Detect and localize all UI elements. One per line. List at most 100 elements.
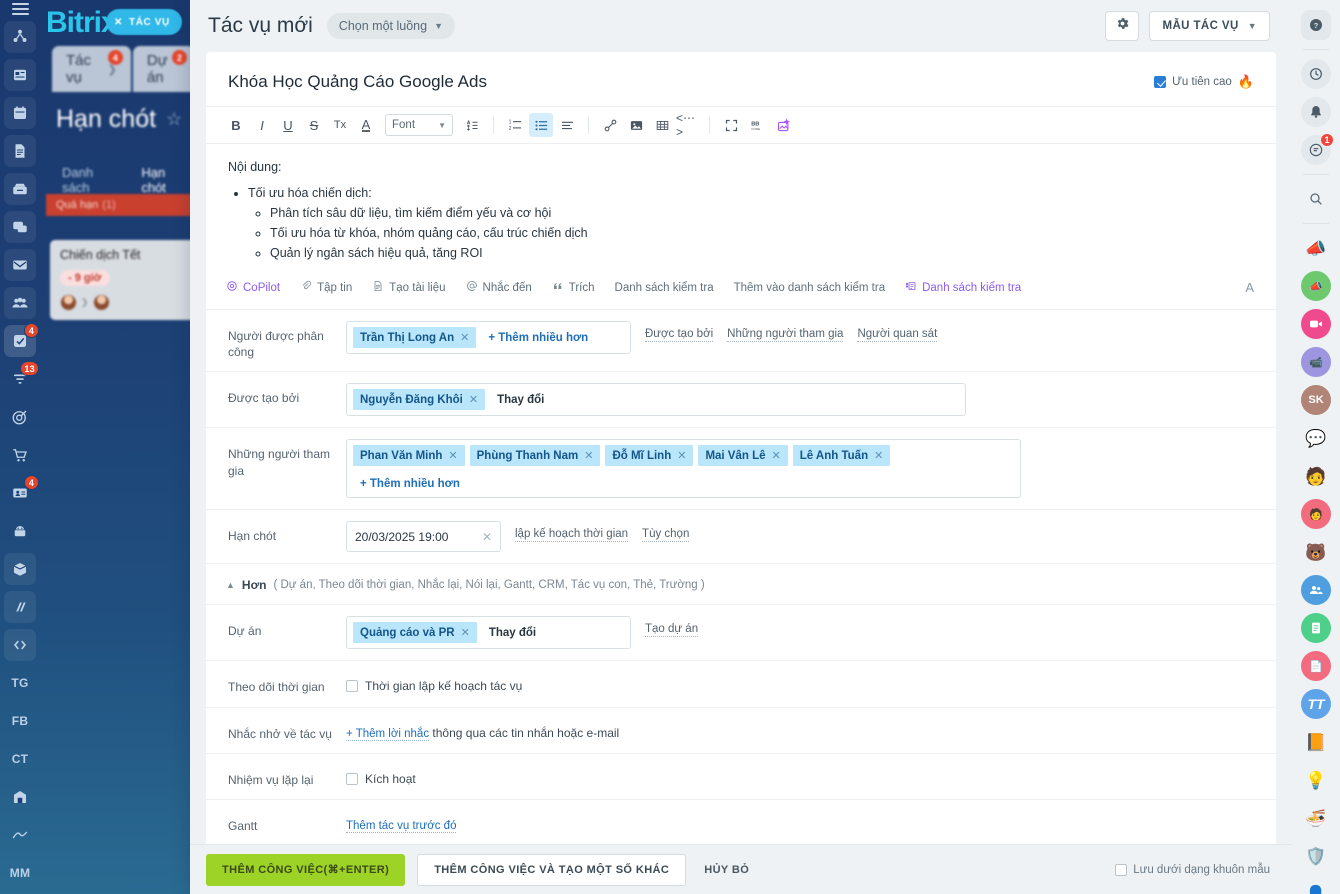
sitemap-icon[interactable]	[4, 21, 36, 53]
bbcode-icon[interactable]: BBCODE	[745, 113, 769, 137]
save-as-template-row[interactable]: Lưu dưới dạng khuôn mẫu	[1115, 864, 1270, 876]
link-participants[interactable]: Những người tham gia	[727, 328, 843, 342]
creator-chipbox[interactable]: Nguyễn Đăng Khôi ✕ Thay đổi	[346, 383, 966, 416]
link-icon[interactable]	[598, 113, 622, 137]
remove-icon[interactable]: ✕	[448, 449, 457, 462]
clear-icon[interactable]: ✕	[482, 530, 492, 544]
avatar-person[interactable]: 🧑	[1301, 461, 1331, 491]
project-change[interactable]: Thay đổi	[482, 623, 543, 643]
filter-icon[interactable]: 13	[4, 363, 36, 395]
slashes-icon[interactable]	[4, 591, 36, 623]
project-create[interactable]: Tạo dự án	[645, 623, 698, 637]
copilot-button[interactable]: CoPilot	[226, 280, 280, 295]
creator-change[interactable]: Thay đổi	[490, 390, 551, 410]
assignee-chipbox[interactable]: Trần Thị Long An ✕ + Thêm nhiều hơn	[346, 321, 631, 354]
avatar-tt[interactable]: 🧑	[1301, 499, 1331, 529]
book-icon[interactable]: 📙	[1301, 727, 1331, 757]
contact-card-icon[interactable]: 4	[4, 477, 36, 509]
tasks-icon[interactable]: 4	[4, 325, 36, 357]
drive-icon[interactable]	[4, 173, 36, 205]
crm-target-icon[interactable]	[4, 401, 36, 433]
note-icon[interactable]	[1301, 613, 1331, 643]
task-title-input[interactable]: Khóa Học Quảng Cáo Google Ads	[228, 72, 1154, 92]
food-icon[interactable]: 🍜	[1301, 803, 1331, 833]
participants-add-more[interactable]: + Thêm nhiều hơn	[353, 476, 467, 492]
mm-icon[interactable]: MM	[4, 857, 36, 889]
mention-button[interactable]: Nhắc đến	[466, 280, 532, 295]
remove-icon[interactable]: ✕	[677, 449, 686, 462]
assignee-chip[interactable]: Trần Thị Long An ✕	[353, 327, 476, 348]
contacts-icon[interactable]	[1301, 575, 1331, 605]
clear-format-icon[interactable]: Tx	[328, 113, 352, 137]
time-tracking-checkbox[interactable]	[346, 680, 358, 692]
flow-selector[interactable]: Chọn một luồng ▼	[327, 13, 455, 39]
search-icon[interactable]	[1301, 184, 1331, 214]
shop-cart-icon[interactable]	[4, 439, 36, 471]
avatar-vt[interactable]: 📣	[1301, 271, 1331, 301]
remove-icon[interactable]: ✕	[772, 449, 781, 462]
avatar-ht[interactable]: SK	[1301, 385, 1331, 415]
signature-icon[interactable]	[4, 819, 36, 851]
info-icon[interactable]: TT	[1301, 689, 1331, 719]
participant-chip[interactable]: Lê Anh Tuấn ✕	[793, 445, 891, 466]
ordered-list-icon[interactable]: 12	[503, 113, 527, 137]
text-color-icon[interactable]: A	[354, 113, 378, 137]
align-icon[interactable]	[555, 113, 579, 137]
checklist-button[interactable]: Danh sách kiểm tra	[615, 282, 714, 294]
project-chip[interactable]: Quảng cáo và PR ✕	[353, 622, 477, 643]
add-task-button[interactable]: THÊM CÔNG VIỆC(⌘+ENTER)	[206, 854, 405, 886]
ct-icon[interactable]: CT	[4, 743, 36, 775]
remove-icon[interactable]: ✕	[584, 449, 593, 462]
link-plan-time[interactable]: lập kế hoạch thời gian	[515, 528, 628, 542]
participants-chipbox[interactable]: Phan Văn Minh ✕ Phùng Thanh Nam ✕ Đỗ Mĩ …	[346, 439, 1021, 498]
reminder-add-link[interactable]: + Thêm lời nhắc	[346, 728, 429, 741]
ai-image-icon[interactable]	[771, 113, 795, 137]
menu-burger-icon[interactable]	[0, 8, 40, 10]
group-icon[interactable]	[4, 287, 36, 319]
task-card[interactable]: Chiến dịch Tết - 9 giờ ❯	[50, 240, 195, 320]
feed-icon[interactable]	[4, 59, 36, 91]
bear-icon[interactable]: 🐻	[1301, 537, 1331, 567]
underline-icon[interactable]: U	[276, 113, 300, 137]
link-observers[interactable]: Người quan sát	[857, 328, 937, 342]
bulleted-list-icon[interactable]	[529, 113, 553, 137]
avatar-tt2[interactable]: 📄	[1301, 651, 1331, 681]
priority-toggle[interactable]: Ưu tiên cao 🔥	[1154, 74, 1254, 90]
box-icon[interactable]	[4, 553, 36, 585]
participant-chip[interactable]: Phan Văn Minh ✕	[353, 445, 465, 466]
italic-icon[interactable]: I	[250, 113, 274, 137]
add-to-checklist-button[interactable]: Thêm vào danh sách kiểm tra	[734, 282, 886, 294]
bell-icon[interactable]	[1301, 97, 1331, 127]
mail-icon[interactable]	[4, 249, 36, 281]
remove-icon[interactable]: ✕	[461, 626, 470, 639]
attach-file-button[interactable]: Tập tin	[300, 280, 352, 295]
gantt-add-predecessor-link[interactable]: Thêm tác vụ trước đó	[346, 820, 456, 833]
messenger-icon[interactable]: 💬	[1301, 423, 1331, 453]
priority-checkbox[interactable]	[1154, 76, 1166, 88]
bold-icon[interactable]: B	[224, 113, 248, 137]
quote-button[interactable]: Trích	[552, 280, 595, 295]
strikethrough-icon[interactable]: S	[302, 113, 326, 137]
link-creator[interactable]: Được tạo bởi	[645, 328, 713, 342]
font-size-icon[interactable]	[460, 113, 484, 137]
creator-chip[interactable]: Nguyễn Đăng Khôi ✕	[353, 389, 485, 410]
settings-button[interactable]	[1105, 11, 1139, 41]
image-icon[interactable]	[624, 113, 648, 137]
add-task-and-create-another-button[interactable]: THÊM CÔNG VIỆC VÀ TẠO MỘT SỐ KHÁC	[417, 854, 686, 886]
remove-icon[interactable]: ✕	[874, 449, 883, 462]
shield-icon[interactable]: 🛡️	[1301, 841, 1331, 871]
task-template-button[interactable]: MẪU TÁC VỤ ▼	[1149, 11, 1270, 41]
ai-checklist-button[interactable]: Danh sách kiểm tra	[905, 280, 1021, 295]
bitrix-tab-duan[interactable]: Dự án 2	[133, 46, 195, 92]
deadline-input[interactable]: 20/03/2025 19:00 ✕	[346, 521, 501, 552]
create-document-button[interactable]: Tạo tài liệu	[372, 280, 445, 295]
video-call-icon[interactable]	[1301, 309, 1331, 339]
link-options[interactable]: Tùy chọn	[642, 528, 689, 542]
text-format-toggle[interactable]: A	[1245, 280, 1254, 295]
code-icon[interactable]	[4, 629, 36, 661]
task-description-editor[interactable]: Nội dung: Tối ưu hóa chiến dịch: Phân tí…	[206, 144, 1276, 268]
remove-icon[interactable]: ✕	[469, 393, 478, 406]
avatar-sk[interactable]: 📹	[1301, 347, 1331, 377]
more-section-toggle[interactable]: ▲ Hơn ( Dự án, Theo dõi thời gian, Nhắc …	[206, 563, 1276, 604]
android-icon[interactable]	[4, 515, 36, 547]
